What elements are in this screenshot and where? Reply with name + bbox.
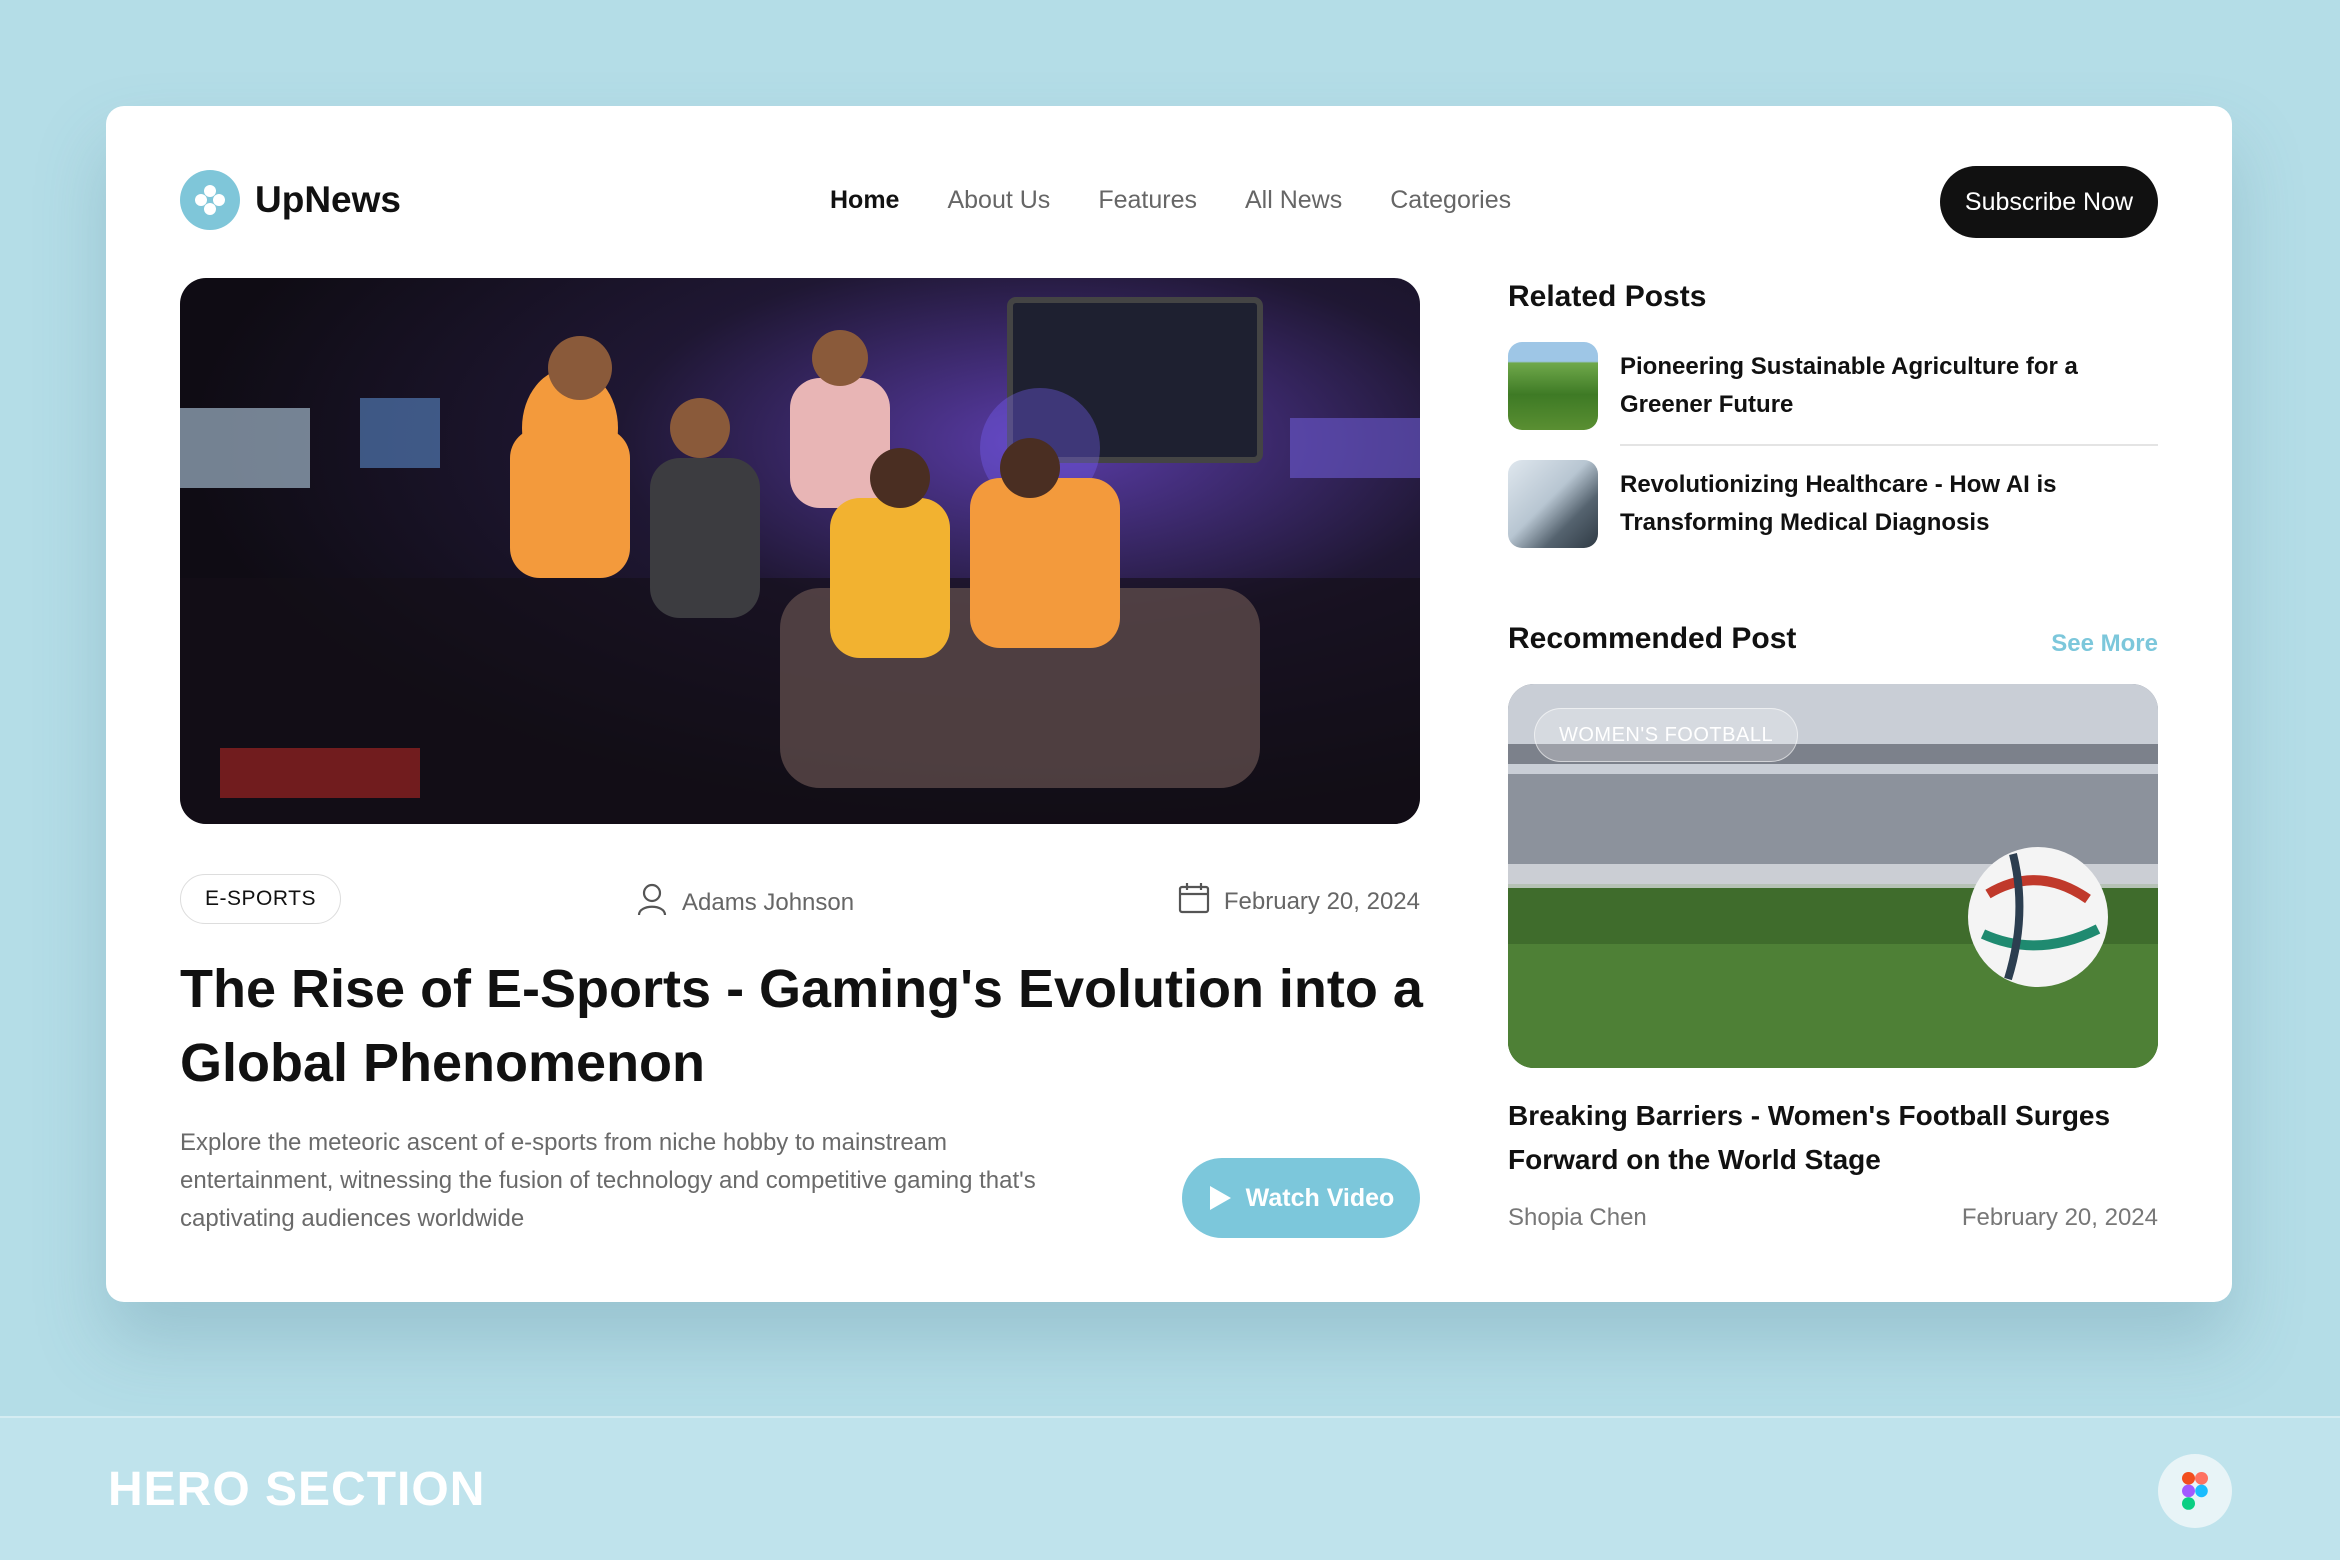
main-nav: Home About Us Features All News Categori… bbox=[830, 186, 1511, 215]
recommended-author: Shopia Chen bbox=[1508, 1204, 1647, 1231]
post-thumbnail bbox=[1508, 460, 1598, 548]
divider bbox=[1620, 444, 2158, 446]
user-icon bbox=[636, 882, 668, 923]
watch-video-button[interactable]: Watch Video bbox=[1182, 1158, 1420, 1238]
post-thumbnail bbox=[1508, 342, 1598, 430]
brand-name: UpNews bbox=[255, 179, 401, 220]
category-tag[interactable]: E-SPORTS bbox=[180, 874, 341, 924]
see-more-link[interactable]: See More bbox=[2051, 630, 2158, 658]
hero-image[interactable] bbox=[180, 278, 1420, 824]
recommended-image[interactable]: WOMEN'S FOOTBALL bbox=[1508, 684, 2158, 1068]
nav-all-news[interactable]: All News bbox=[1245, 186, 1342, 215]
category-badge[interactable]: WOMEN'S FOOTBALL bbox=[1534, 708, 1799, 762]
nav-features[interactable]: Features bbox=[1098, 186, 1197, 215]
date-text: February 20, 2024 bbox=[1223, 887, 1420, 915]
recommended-date: February 20, 2024 bbox=[1961, 1204, 2158, 1231]
hero-date: February 20, 2024 bbox=[1178, 882, 1420, 921]
hero-author: Adams Johnson bbox=[636, 882, 854, 923]
flower-logo-icon bbox=[180, 170, 240, 230]
brand-logo[interactable]: UpNews bbox=[180, 170, 401, 230]
nav-about-us[interactable]: About Us bbox=[947, 186, 1050, 215]
subscribe-button[interactable]: Subscribe Now bbox=[1940, 166, 2158, 238]
figma-icon[interactable] bbox=[2158, 1454, 2232, 1528]
related-post[interactable]: Pioneering Sustainable Agriculture for a… bbox=[1508, 342, 2158, 430]
hero-excerpt: Explore the meteoric ascent of e-sports … bbox=[180, 1129, 1036, 1232]
footer-strip: HERO SECTION bbox=[0, 1416, 2340, 1560]
hero-card: UpNews Home About Us Features All News C… bbox=[106, 106, 2232, 1302]
recommended-headline[interactable]: Breaking Barriers - Women's Football Sur… bbox=[1508, 1094, 2158, 1182]
watch-video-label: Watch Video bbox=[1245, 1183, 1395, 1212]
nav-categories[interactable]: Categories bbox=[1390, 186, 1511, 215]
related-posts-list: Pioneering Sustainable Agriculture for a… bbox=[1508, 342, 2158, 548]
related-post-title: Revolutionizing Healthcare - How AI is T… bbox=[1620, 471, 2057, 536]
section-label: HERO SECTION bbox=[108, 1463, 486, 1516]
nav-home[interactable]: Home bbox=[830, 186, 899, 215]
related-post-title: Pioneering Sustainable Agriculture for a… bbox=[1620, 353, 2078, 418]
related-posts-title: Related Posts bbox=[1508, 280, 1707, 313]
play-icon bbox=[1209, 1186, 1231, 1210]
calendar-icon bbox=[1178, 882, 1210, 921]
author-name: Adams Johnson bbox=[682, 888, 855, 916]
hero-meta: E-SPORTS Adams Johnson February 20, 2024 bbox=[180, 874, 1420, 924]
recommended-post-title: Recommended Post bbox=[1508, 622, 1797, 655]
related-post[interactable]: Revolutionizing Healthcare - How AI is T… bbox=[1508, 460, 2158, 548]
hero-headline[interactable]: The Rise of E-Sports - Gaming's Evolutio… bbox=[180, 952, 1440, 1100]
